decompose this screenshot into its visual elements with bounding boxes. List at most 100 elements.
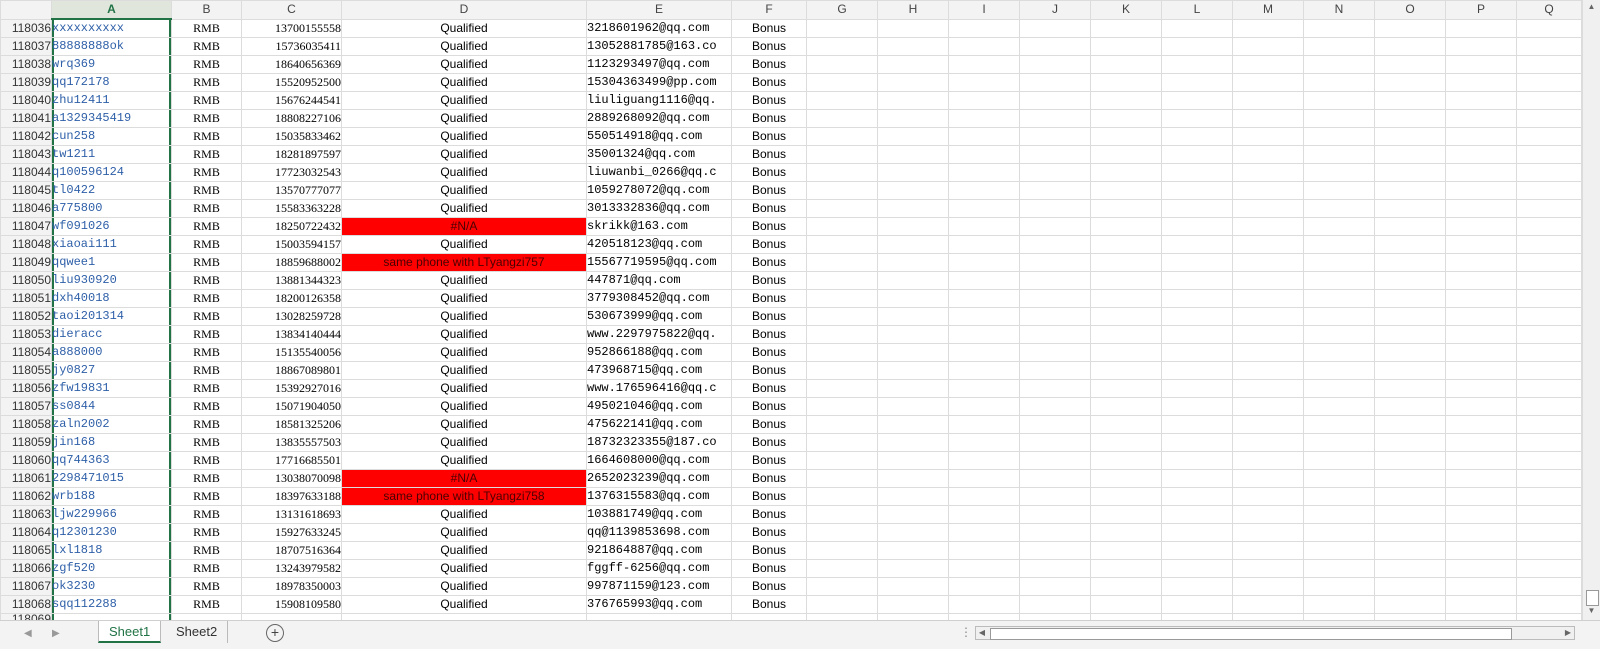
- empty-cell[interactable]: [877, 73, 949, 92]
- empty-cell[interactable]: [1516, 109, 1582, 128]
- cell-status[interactable]: Qualified: [341, 73, 587, 92]
- empty-cell[interactable]: [806, 199, 878, 218]
- empty-cell[interactable]: [1374, 18, 1446, 38]
- empty-cell[interactable]: [1090, 55, 1162, 74]
- cell-email[interactable]: 550514918@qq.com: [586, 127, 732, 146]
- cell-currency[interactable]: RMB: [171, 217, 242, 236]
- empty-cell[interactable]: [948, 163, 1020, 182]
- empty-cell[interactable]: [806, 397, 878, 416]
- empty-cell[interactable]: [1516, 577, 1582, 596]
- empty-cell[interactable]: [1303, 199, 1375, 218]
- row-number[interactable]: 118039: [0, 73, 52, 92]
- cell-username[interactable]: dxh40018: [51, 289, 172, 308]
- cell-reward[interactable]: Bonus: [731, 271, 807, 290]
- empty-cell[interactable]: [1374, 199, 1446, 218]
- empty-cell[interactable]: [1161, 73, 1233, 92]
- empty-cell[interactable]: [1090, 18, 1162, 38]
- cell-status[interactable]: Qualified: [341, 199, 587, 218]
- empty-cell[interactable]: [1161, 505, 1233, 524]
- cell-reward[interactable]: Bonus: [731, 379, 807, 398]
- empty-cell[interactable]: [1019, 217, 1091, 236]
- cell-currency[interactable]: RMB: [171, 487, 242, 506]
- empty-cell[interactable]: [1019, 91, 1091, 110]
- cell-reward[interactable]: Bonus: [731, 397, 807, 416]
- empty-cell[interactable]: [1090, 199, 1162, 218]
- empty-cell[interactable]: [1019, 523, 1091, 542]
- cell-username[interactable]: lxl1818: [51, 541, 172, 560]
- empty-cell[interactable]: [948, 55, 1020, 74]
- cell-status[interactable]: Qualified: [341, 91, 587, 110]
- column-header-b[interactable]: B: [171, 0, 242, 20]
- empty-cell[interactable]: [1445, 163, 1517, 182]
- cell-status[interactable]: Qualified: [341, 397, 587, 416]
- empty-cell[interactable]: [1232, 91, 1304, 110]
- cell-currency[interactable]: RMB: [171, 73, 242, 92]
- empty-cell[interactable]: [1161, 361, 1233, 380]
- empty-cell[interactable]: [806, 55, 878, 74]
- empty-cell[interactable]: [1232, 487, 1304, 506]
- cell-username[interactable]: q100596124: [51, 163, 172, 182]
- empty-cell[interactable]: [1161, 217, 1233, 236]
- empty-cell[interactable]: [1161, 379, 1233, 398]
- empty-cell[interactable]: [877, 433, 949, 452]
- empty-cell[interactable]: [1232, 271, 1304, 290]
- column-header-h[interactable]: H: [877, 0, 949, 20]
- empty-cell[interactable]: [1161, 55, 1233, 74]
- cell-phone[interactable]: 15736035411: [241, 37, 342, 56]
- cell-status[interactable]: Qualified: [341, 235, 587, 254]
- scroll-right-icon[interactable]: ▶: [1562, 627, 1574, 639]
- cell-currency[interactable]: RMB: [171, 18, 242, 38]
- empty-cell[interactable]: [877, 559, 949, 578]
- empty-cell[interactable]: [1161, 18, 1233, 38]
- empty-cell[interactable]: [1019, 289, 1091, 308]
- empty-cell[interactable]: [806, 505, 878, 524]
- empty-cell[interactable]: [1445, 469, 1517, 488]
- empty-cell[interactable]: [1303, 271, 1375, 290]
- cell-username[interactable]: cun258: [51, 127, 172, 146]
- cell-phone[interactable]: 15035833462: [241, 127, 342, 146]
- empty-cell[interactable]: [1232, 451, 1304, 470]
- cell-phone[interactable]: 13834140444: [241, 325, 342, 344]
- empty-cell[interactable]: [1374, 289, 1446, 308]
- row-number[interactable]: 118046: [0, 199, 52, 218]
- empty-cell[interactable]: [948, 469, 1020, 488]
- cell-email[interactable]: 530673999@qq.com: [586, 307, 732, 326]
- cell-phone[interactable]: 15583363228: [241, 199, 342, 218]
- cell-reward[interactable]: Bonus: [731, 18, 807, 38]
- empty-cell[interactable]: [948, 379, 1020, 398]
- cell-email[interactable]: 13052881785@163.co: [586, 37, 732, 56]
- empty-cell[interactable]: [1516, 217, 1582, 236]
- cell-email[interactable]: 2652023239@qq.com: [586, 469, 732, 488]
- empty-cell[interactable]: [1445, 289, 1517, 308]
- empty-cell[interactable]: [1445, 541, 1517, 560]
- empty-cell[interactable]: [1232, 163, 1304, 182]
- empty-cell[interactable]: [1232, 541, 1304, 560]
- cell-currency[interactable]: RMB: [171, 307, 242, 326]
- cell-currency[interactable]: RMB: [171, 127, 242, 146]
- cell-currency[interactable]: RMB: [171, 145, 242, 164]
- empty-cell[interactable]: [1303, 37, 1375, 56]
- empty-cell[interactable]: [1374, 325, 1446, 344]
- empty-cell[interactable]: [1161, 307, 1233, 326]
- empty-cell[interactable]: [1019, 505, 1091, 524]
- empty-cell[interactable]: [1374, 505, 1446, 524]
- cell-email[interactable]: 473968715@qq.com: [586, 361, 732, 380]
- empty-cell[interactable]: [1232, 343, 1304, 362]
- empty-cell[interactable]: [877, 379, 949, 398]
- empty-cell[interactable]: [1019, 235, 1091, 254]
- empty-cell[interactable]: [806, 577, 878, 596]
- empty-cell[interactable]: [1445, 145, 1517, 164]
- cell-phone[interactable]: 18581325206: [241, 415, 342, 434]
- cell-reward[interactable]: Bonus: [731, 217, 807, 236]
- cell-phone[interactable]: 18200126358: [241, 289, 342, 308]
- empty-cell[interactable]: [1445, 55, 1517, 74]
- empty-cell[interactable]: [1161, 469, 1233, 488]
- empty-cell[interactable]: [1445, 343, 1517, 362]
- cell-email[interactable]: 997871159@123.com: [586, 577, 732, 596]
- empty-cell[interactable]: [1161, 109, 1233, 128]
- empty-cell[interactable]: [1516, 523, 1582, 542]
- cell-username[interactable]: zaln2002: [51, 415, 172, 434]
- cell-phone[interactable]: 18281897597: [241, 145, 342, 164]
- cell-currency[interactable]: RMB: [171, 109, 242, 128]
- cell-reward[interactable]: Bonus: [731, 109, 807, 128]
